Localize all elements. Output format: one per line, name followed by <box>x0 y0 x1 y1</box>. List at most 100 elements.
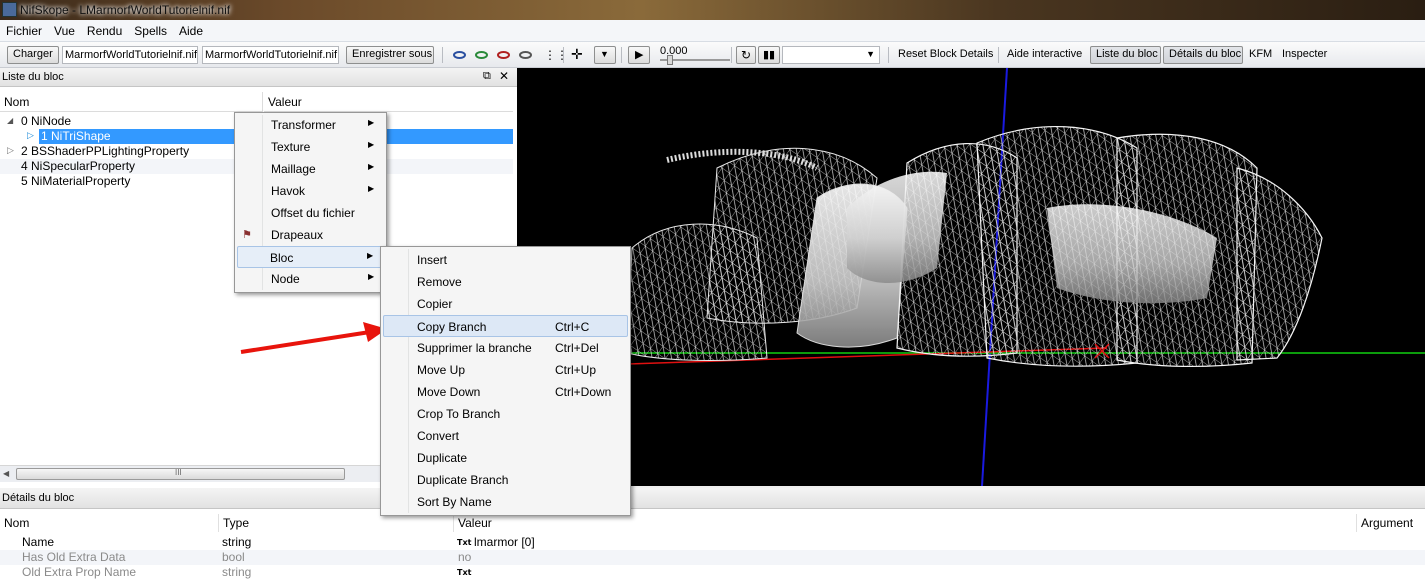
menu-item-label: Duplicate <box>417 451 468 465</box>
column-argument[interactable]: Argument <box>1357 514 1425 532</box>
loop-button[interactable]: ↻ <box>736 46 756 64</box>
block-details-panel: Détails du bloc Nom Type Valeur Argument… <box>0 488 1425 581</box>
block-list-toggle[interactable]: Liste du bloc <box>1090 46 1161 64</box>
detail-row[interactable]: Name string Txt lmarmor [0] <box>0 535 1425 550</box>
collapsed-arrow-icon[interactable]: ▷ <box>7 145 14 156</box>
view-eye-blue-icon[interactable] <box>453 51 466 59</box>
axes-icon[interactable]: ✛ <box>571 46 583 63</box>
block-list-title: Liste du bloc <box>2 71 64 83</box>
play-button[interactable]: ▶ <box>628 46 650 64</box>
kfm-button[interactable]: KFM <box>1249 48 1272 60</box>
column-name[interactable]: Nom <box>0 92 263 112</box>
float-icon[interactable]: ⧉ <box>483 70 491 83</box>
view-eye-grey-icon[interactable] <box>519 51 532 59</box>
menu-rendu[interactable]: Rendu <box>81 20 128 40</box>
menu-spells[interactable]: Spells <box>128 20 173 40</box>
load-button[interactable]: Charger <box>7 46 59 64</box>
detail-row[interactable]: Old Extra Prop Name string Txt <box>0 565 1425 580</box>
expanded-arrow-icon[interactable]: ◢ <box>7 116 13 125</box>
chevron-down-icon: ▼ <box>600 49 609 59</box>
switch-icon: ▮▮ <box>763 49 776 61</box>
chevron-right-icon: ▶ <box>368 162 375 171</box>
submenu-item-delete-branch[interactable]: Supprimer la branche Ctrl+Del <box>383 337 628 359</box>
wireframe-mesh <box>626 126 1323 368</box>
render-viewport[interactable] <box>517 68 1425 486</box>
menu-item-node[interactable]: Node ▶ <box>237 268 384 290</box>
toolbar-separator <box>731 47 732 63</box>
toolbar-separator <box>998 47 999 63</box>
menu-item-label: Remove <box>417 275 462 289</box>
view-dropdown-button[interactable]: ▼ <box>594 46 616 64</box>
switch-button[interactable]: ▮▮ <box>758 46 780 64</box>
time-slider-handle[interactable] <box>667 55 673 65</box>
play-icon: ▶ <box>635 49 644 61</box>
detail-name: Has Old Extra Data <box>22 550 126 564</box>
close-icon[interactable]: ✕ <box>499 69 509 83</box>
inspect-button[interactable]: Inspecter <box>1282 48 1327 60</box>
submenu-item-duplicate[interactable]: Duplicate <box>383 447 628 469</box>
column-name[interactable]: Nom <box>0 514 219 532</box>
submenu-item-copy-branch[interactable]: Copy Branch Ctrl+C <box>383 315 628 337</box>
toolbar-separator <box>563 47 564 63</box>
chevron-right-icon: ▶ <box>368 184 375 193</box>
collapsed-arrow-icon[interactable]: ▷ <box>27 130 34 141</box>
menu-aide[interactable]: Aide <box>173 20 209 40</box>
submenu-item-convert[interactable]: Convert <box>383 425 628 447</box>
menu-item-maillage[interactable]: Maillage ▶ <box>237 158 384 180</box>
animation-select[interactable]: ▼ <box>782 46 880 64</box>
detail-row[interactable]: Has Old Extra Data bool no <box>0 550 1425 565</box>
detail-type: string <box>222 535 252 549</box>
menu-item-label: Insert <box>417 253 448 267</box>
time-value: 0.000 <box>660 45 688 57</box>
submenu-item-move-down[interactable]: Move Down Ctrl+Down <box>383 381 628 403</box>
block-details-toggle[interactable]: Détails du bloc <box>1163 46 1243 64</box>
detail-value[interactable]: lmarmor [0] <box>474 535 535 549</box>
menu-item-label: Drapeaux <box>271 228 324 242</box>
submenu-item-move-up[interactable]: Move Up Ctrl+Up <box>383 359 628 381</box>
menu-item-havok[interactable]: Havok ▶ <box>237 180 384 202</box>
interactive-help-button[interactable]: Aide interactive <box>1007 48 1082 60</box>
window-title: NifSkope - LMarmorfWorldTutorielnif.nif <box>20 3 231 17</box>
submenu-item-remove[interactable]: Remove <box>383 271 628 293</box>
menu-item-label: Maillage <box>271 162 316 176</box>
column-value[interactable]: Valeur <box>264 92 513 112</box>
menu-item-flags[interactable]: ⚑ Drapeaux <box>237 224 384 246</box>
submenu-item-sort-by-name[interactable]: Sort By Name <box>383 491 628 513</box>
menu-item-texture[interactable]: Texture ▶ <box>237 136 384 158</box>
menu-item-file-offset[interactable]: Offset du fichier <box>237 202 384 224</box>
menu-item-label: Offset du fichier <box>271 206 355 220</box>
menu-item-label: Havok <box>271 184 306 198</box>
column-value[interactable]: Valeur <box>454 514 1357 532</box>
tree-row-label: 0 NiNode <box>21 114 72 128</box>
detail-name: Old Extra Prop Name <box>22 565 137 579</box>
submenu-item-copier[interactable]: Copier <box>383 293 628 315</box>
reset-block-details-button[interactable]: Reset Block Details <box>898 48 993 60</box>
submenu-item-insert[interactable]: Insert <box>383 249 628 271</box>
submenu-item-duplicate-branch[interactable]: Duplicate Branch <box>383 469 628 491</box>
menu-item-label: Crop To Branch <box>417 407 501 421</box>
title-bar: NifSkope - LMarmorfWorldTutorielnif.nif <box>0 0 1425 20</box>
scroll-thumb[interactable]: III <box>16 468 345 480</box>
chevron-right-icon: ▶ <box>368 118 375 127</box>
menu-item-label: Node <box>271 272 300 286</box>
menu-vue[interactable]: Vue <box>48 20 81 40</box>
menu-fichier[interactable]: Fichier <box>0 20 48 40</box>
menu-item-transformer[interactable]: Transformer ▶ <box>237 114 384 136</box>
toolbar-separator <box>621 47 622 63</box>
detail-name: Name <box>22 535 55 549</box>
view-eye-green-icon[interactable] <box>475 51 488 59</box>
menu-item-bloc[interactable]: Bloc ▶ <box>237 246 384 268</box>
scroll-left-icon[interactable]: ◀ <box>3 469 9 478</box>
save-file-field[interactable]: MarmorfWorldTutorielnif.nif <box>202 46 339 64</box>
footprints-icon[interactable]: ⋮⋮ <box>544 48 568 62</box>
text-type-icon: Txt <box>457 568 472 577</box>
detail-type: bool <box>222 550 245 564</box>
submenu-item-crop-to-branch[interactable]: Crop To Branch <box>383 403 628 425</box>
view-eye-red-icon[interactable] <box>497 51 510 59</box>
load-file-field[interactable]: MarmorfWorldTutorielnif.nif <box>62 46 198 64</box>
toolbar-separator <box>888 47 889 63</box>
column-type[interactable]: Type <box>219 514 454 532</box>
detail-value[interactable]: no <box>458 550 471 564</box>
chevron-down-icon: ▼ <box>866 49 875 59</box>
save-as-button[interactable]: Enregistrer sous <box>346 46 434 64</box>
